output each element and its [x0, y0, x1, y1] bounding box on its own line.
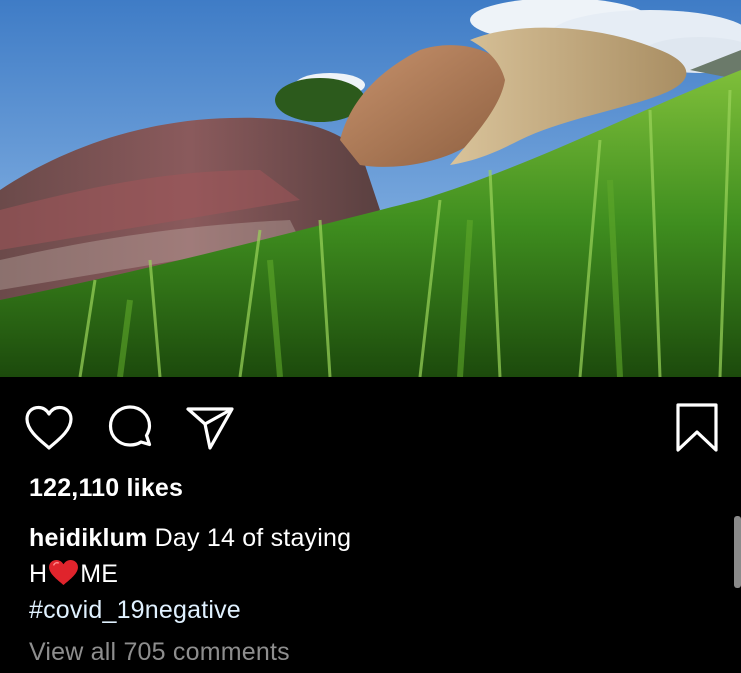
post-photo[interactable]	[0, 0, 741, 377]
likes-count[interactable]: 122,110 likes	[29, 474, 183, 503]
caption-text-before-emoji: H	[29, 560, 48, 588]
like-button[interactable]	[22, 401, 76, 455]
instagram-post: 122,110 likes heidiklum Day 14 of stayin…	[0, 0, 741, 673]
paper-plane-icon	[186, 407, 234, 450]
caption-text: Day 14 of staying	[147, 524, 352, 552]
post-image	[0, 0, 741, 377]
post-caption: heidiklum Day 14 of staying H ME #covid_1…	[29, 520, 709, 628]
scrollbar-thumb[interactable]	[734, 516, 741, 588]
caption-hashtag[interactable]: #covid_19negative	[29, 592, 709, 628]
speech-bubble-icon	[108, 405, 152, 447]
share-button[interactable]	[183, 401, 237, 455]
bookmark-icon	[676, 403, 718, 452]
heart-outline-icon	[25, 405, 73, 450]
comment-button[interactable]	[103, 401, 157, 455]
caption-line-1: heidiklum Day 14 of staying	[29, 520, 709, 556]
post-action-bar	[0, 377, 741, 467]
caption-text-after-emoji: ME	[80, 560, 119, 588]
caption-username[interactable]: heidiklum	[29, 524, 148, 552]
red-heart-emoji	[49, 559, 79, 586]
view-all-comments-link[interactable]: View all 705 comments	[29, 638, 290, 667]
save-button[interactable]	[670, 401, 724, 455]
caption-line-2: H ME	[29, 556, 709, 592]
